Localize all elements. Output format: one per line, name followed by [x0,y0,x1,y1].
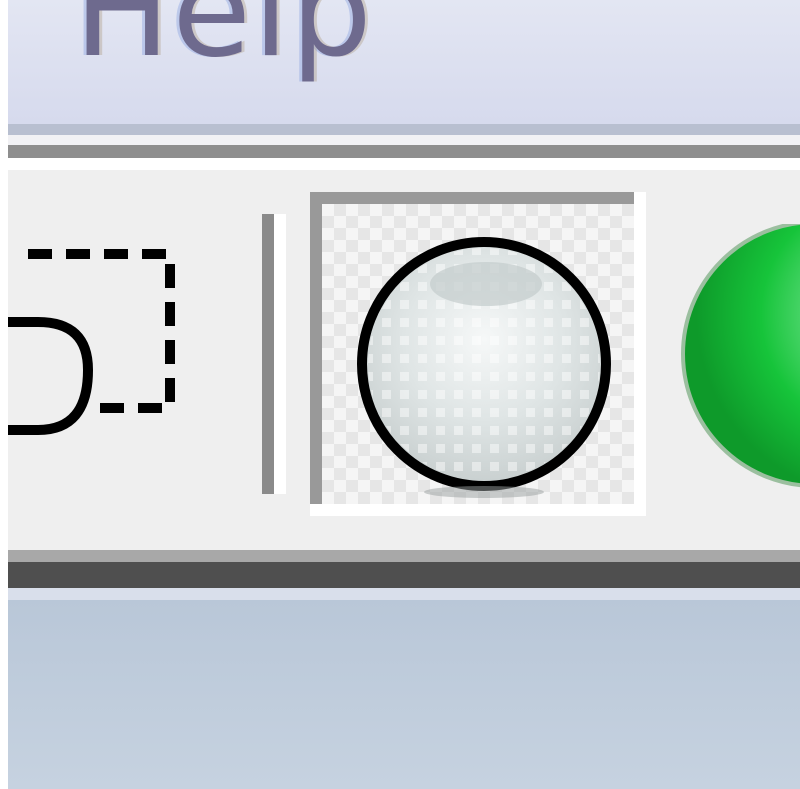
menu-toolbar-gap [8,135,800,145]
green-sphere-icon [681,224,800,488]
workspace-area [8,600,800,789]
shape-tool-button[interactable] [8,240,178,440]
gray-sphere-button[interactable] [310,192,646,516]
menu-bar: Help [8,0,800,124]
toolbar-bottom-highlight [8,588,800,600]
toolbar-top-border [8,145,800,158]
app-window: Help [0,0,800,789]
toolbar-bottom-border [8,550,800,562]
shape-select-icon [8,249,175,435]
green-sphere-button[interactable] [680,224,800,494]
toolbar-top-highlight [8,158,800,170]
menu-bar-border [8,124,800,135]
menu-help[interactable]: Help [74,0,374,76]
gray-sphere-icon [357,237,611,498]
toolbar-bottom-shadow [8,562,800,588]
toolbar-separator [262,214,286,494]
